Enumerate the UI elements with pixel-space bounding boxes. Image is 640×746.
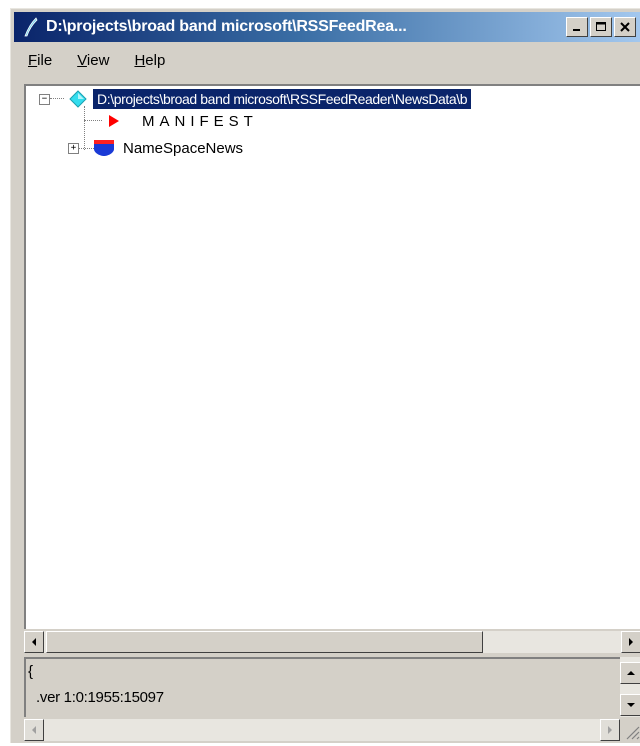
maximize-button[interactable]	[590, 17, 612, 37]
window-title: D:\projects\broad band microsoft\RSSFeed…	[46, 18, 407, 35]
menu-bar: File View Help	[14, 47, 176, 73]
tree-node-root[interactable]: − D:\projects\broad band microsoft\RSSFe…	[39, 88, 472, 110]
scroll-right-button[interactable]	[600, 719, 620, 741]
feather-icon	[20, 15, 42, 39]
tree-node-label: MANIFEST	[142, 112, 258, 130]
arrow-right-icon	[629, 638, 633, 646]
menu-view-label: iew	[86, 51, 110, 69]
expand-toggle[interactable]: +	[68, 142, 79, 154]
text-line: .ver 1:0:1955:15097	[36, 689, 164, 706]
arrow-left-icon	[32, 726, 36, 734]
menu-help-accel: H	[134, 51, 146, 69]
text-horizontal-scrollbar[interactable]	[24, 719, 620, 741]
menu-file[interactable]: File	[14, 52, 63, 69]
tree-node-namespacenews[interactable]: + NameSpaceNews	[68, 137, 243, 159]
menu-view[interactable]: View	[63, 52, 120, 69]
close-button[interactable]	[614, 17, 636, 37]
tree-node-manifest[interactable]: MANIFEST	[106, 110, 258, 132]
tree-node-label: D:\projects\broad band microsoft\RSSFeed…	[93, 89, 472, 109]
disassembly-text-pane[interactable]: { .ver 1:0:1955:15097	[24, 657, 620, 717]
text-line: {	[28, 663, 34, 680]
scroll-up-button[interactable]	[620, 662, 640, 684]
collapse-toggle[interactable]: −	[39, 93, 50, 105]
title-bar[interactable]: D:\projects\broad band microsoft\RSSFeed…	[14, 12, 640, 42]
shield-icon	[93, 138, 115, 158]
arrow-down-icon	[626, 703, 635, 707]
tree-connector	[84, 120, 102, 121]
red-triangle-icon	[106, 111, 122, 131]
menu-file-label: ile	[37, 51, 53, 69]
menu-help[interactable]: Help	[120, 52, 176, 69]
tree-view[interactable]: − D:\projects\broad band microsoft\RSSFe…	[24, 84, 640, 629]
tree-node-label: NameSpaceNews	[123, 139, 244, 157]
arrow-left-icon	[32, 638, 36, 646]
diamond-icon	[68, 89, 88, 109]
tree-horizontal-scrollbar[interactable]	[24, 631, 640, 653]
app-window: D:\projects\broad band microsoft\RSSFeed…	[10, 8, 640, 743]
minimize-icon	[573, 29, 580, 31]
minimize-button[interactable]	[566, 17, 588, 37]
maximize-icon	[596, 22, 606, 31]
menu-help-label: elp	[145, 51, 166, 69]
arrow-right-icon	[608, 726, 612, 734]
scroll-down-button[interactable]	[620, 694, 640, 716]
arrow-up-icon	[626, 671, 635, 675]
scroll-left-button[interactable]	[24, 719, 44, 741]
close-icon	[620, 22, 630, 32]
text-vertical-scrollbar[interactable]	[620, 657, 640, 717]
scroll-right-button[interactable]	[621, 631, 640, 653]
menu-file-accel: F	[28, 51, 38, 69]
resize-grip-icon[interactable]	[623, 723, 640, 741]
scroll-left-button[interactable]	[24, 631, 44, 653]
menu-view-accel: V	[77, 51, 87, 69]
scrollbar-thumb[interactable]	[46, 631, 483, 653]
